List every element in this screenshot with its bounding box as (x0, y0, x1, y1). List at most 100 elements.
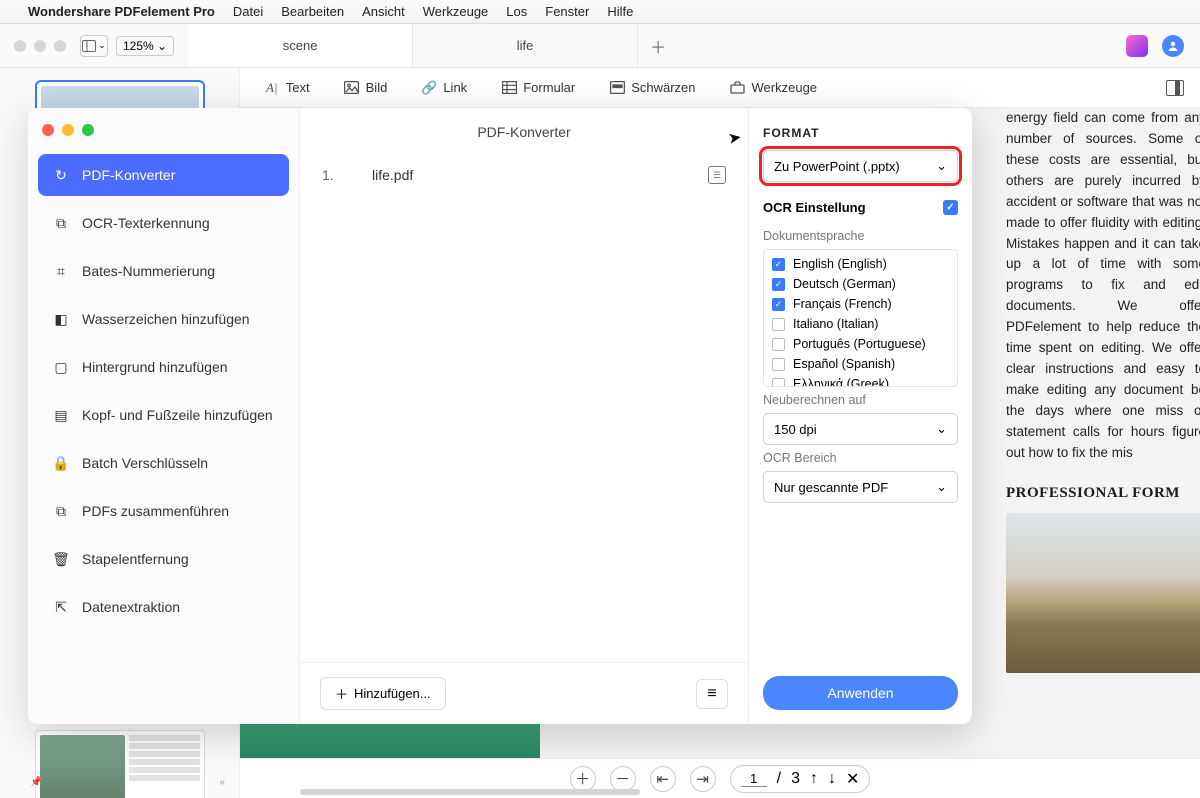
file-row[interactable]: 1. life.pdf ☰ (322, 158, 726, 192)
plus-icon: ＋ (335, 684, 348, 703)
tool-werkzeuge[interactable]: Werkzeuge (730, 80, 818, 96)
sidebar-item-ocr[interactable]: ⧉OCR-Texterkennung (38, 202, 289, 244)
language-option[interactable]: ✓English (English) (770, 254, 951, 274)
page-sep: / (777, 770, 781, 788)
file-list: 1. life.pdf ☰ (300, 150, 748, 662)
kopf-icon: ▤ (52, 406, 70, 424)
tab-life[interactable]: life (413, 24, 638, 67)
modal-sidebar: ↻PDF-Konverter ⧉OCR-Texterkennung ⌗Bates-N… (28, 108, 300, 724)
modal-zoom-button[interactable] (82, 124, 94, 136)
language-option[interactable]: Português (Portuguese) (770, 334, 951, 354)
modal-close-button[interactable] (42, 124, 54, 136)
pin-sidebar-icon[interactable]: 📌 (30, 777, 42, 788)
total-pages: 3 (791, 770, 800, 788)
language-option[interactable]: Español (Spanish) (770, 354, 951, 374)
tool-link[interactable]: 🔗Link (421, 80, 467, 96)
last-page-button[interactable]: ⇥ (690, 766, 716, 792)
menu-hilfe[interactable]: Hilfe (607, 4, 633, 19)
language-label: Italiano (Italian) (793, 317, 878, 331)
tool-formular[interactable]: Formular (501, 80, 575, 96)
format-select[interactable]: Zu PowerPoint (.pptx) ⌄ (763, 150, 958, 182)
sidebar-item-wasser[interactable]: ◧Wasserzeichen hinzufügen (38, 298, 289, 340)
language-checkbox[interactable] (772, 338, 785, 351)
menu-datei[interactable]: Datei (233, 4, 263, 19)
tool-text[interactable]: A|Text (264, 80, 310, 96)
language-label: Português (Portuguese) (793, 337, 926, 351)
prev-page-button[interactable]: ↑ (810, 770, 818, 788)
ocr-icon: ⧉ (52, 214, 70, 232)
next-page-button[interactable]: ↓ (828, 770, 836, 788)
right-panel-toggle-icon[interactable] (1166, 80, 1184, 96)
tool-schwaerzen[interactable]: Schwärzen (609, 80, 695, 96)
sidebar-toggle-button[interactable]: ⌄ (80, 35, 108, 57)
language-checkbox[interactable]: ✓ (772, 258, 785, 271)
language-label: Ελληνικά (Greek) (793, 377, 889, 387)
sidebar-item-daten[interactable]: ⇱Datenextraktion (38, 586, 289, 628)
document-heading: PROFESSIONAL FORM (1006, 482, 1200, 505)
app-name[interactable]: Wondershare PDFelement Pro (28, 4, 215, 19)
first-page-button[interactable]: ⇤ (650, 766, 676, 792)
menu-werkzeuge[interactable]: Werkzeuge (423, 4, 489, 19)
list-options-button[interactable]: ≡ (696, 679, 728, 709)
add-file-button[interactable]: ＋ Hinzufügen... (320, 677, 446, 710)
apply-button[interactable]: Anwenden (763, 676, 958, 710)
menu-los[interactable]: Los (506, 4, 527, 19)
ocr-enable-checkbox[interactable]: ✓ (943, 200, 958, 215)
sidebar-item-label: PDFs zusammenführen (82, 503, 229, 519)
zoom-select[interactable]: 125% ⌄ (116, 36, 174, 56)
sidebar-item-label: Wasserzeichen hinzufügen (82, 311, 250, 327)
zoom-in-button[interactable]: ＋ (570, 766, 596, 792)
dpi-select[interactable]: 150 dpi⌄ (763, 413, 958, 445)
text-icon: A| (264, 80, 280, 96)
file-settings-icon[interactable]: ☰ (708, 166, 726, 184)
language-checkbox[interactable] (772, 378, 785, 388)
modal-minimize-button[interactable] (62, 124, 74, 136)
page-thumbnail-2[interactable] (35, 730, 205, 798)
pdf-converter-modal: ↻PDF-Konverter ⧉OCR-Texterkennung ⌗Bates-N… (28, 108, 972, 724)
language-checkbox[interactable]: ✓ (772, 298, 785, 311)
sidebar-item-merge[interactable]: ⧉PDFs zusammenführen (38, 490, 289, 532)
menu-bearbeiten[interactable]: Bearbeiten (281, 4, 344, 19)
ocr-range-label: OCR Bereich (763, 451, 958, 465)
horizontal-scrollbar[interactable] (300, 789, 640, 795)
language-list[interactable]: ✓English (English)✓Deutsch (German)✓Fran… (763, 249, 958, 387)
current-page-input[interactable] (741, 771, 767, 787)
language-option[interactable]: Ελληνικά (Greek) (770, 374, 951, 387)
sidebar-item-stapel[interactable]: 🗑Stapelentfernung (38, 538, 289, 580)
modal-center: PDF-Konverter 1. life.pdf ☰ ＋ Hinzufügen… (300, 108, 748, 724)
sidebar-item-label: Hintergrund hinzufügen (82, 359, 228, 375)
menu-fenster[interactable]: Fenster (545, 4, 589, 19)
recalc-label: Neuberechnen auf (763, 393, 958, 407)
menu-ansicht[interactable]: Ansicht (362, 4, 405, 19)
language-option[interactable]: ✓Deutsch (German) (770, 274, 951, 294)
mac-menubar: Wondershare PDFelement Pro Datei Bearbei… (0, 0, 1200, 24)
window-close-dot[interactable] (14, 40, 26, 52)
sidebar-item-label: Kopf- und Fußzeile hinzufügen (82, 407, 273, 423)
language-checkbox[interactable] (772, 318, 785, 331)
page-indicator: / 3 ↑ ↓ ✕ (730, 765, 871, 793)
sidebar-item-label: Datenextraktion (82, 599, 180, 615)
sidebar-item-label: Bates-Nummerierung (82, 263, 215, 279)
zoom-out-button[interactable]: － (610, 766, 636, 792)
window-min-dot[interactable] (34, 40, 46, 52)
sidebar-item-pdf-konverter[interactable]: ↻PDF-Konverter (38, 154, 289, 196)
user-avatar-icon[interactable] (1162, 35, 1184, 57)
sidebar-item-hintergrund[interactable]: ▢Hintergrund hinzufügen (38, 346, 289, 388)
language-checkbox[interactable] (772, 358, 785, 371)
file-row-name: life.pdf (372, 167, 413, 183)
ocr-range-select[interactable]: Nur gescannte PDF⌄ (763, 471, 958, 503)
language-option[interactable]: Italiano (Italian) (770, 314, 951, 334)
window-max-dot[interactable] (54, 40, 66, 52)
language-checkbox[interactable]: ✓ (772, 278, 785, 291)
sidebar-item-batch[interactable]: 🔒Batch Verschlüsseln (38, 442, 289, 484)
collapse-sidebar-icon[interactable]: « (219, 777, 225, 788)
sidebar-item-kopf[interactable]: ▤ Kopf- und Fußzeile hinzufügen (38, 394, 289, 436)
tab-scene[interactable]: scene (188, 24, 413, 67)
app-badge-icon[interactable] (1126, 35, 1148, 57)
close-pager-button[interactable]: ✕ (846, 769, 859, 789)
tool-bild[interactable]: Bild (344, 80, 388, 96)
toolbox-icon (730, 80, 746, 96)
language-option[interactable]: ✓Français (French) (770, 294, 951, 314)
sidebar-item-bates[interactable]: ⌗Bates-Nummerierung (38, 250, 289, 292)
add-tab-button[interactable]: ＋ (638, 24, 678, 67)
